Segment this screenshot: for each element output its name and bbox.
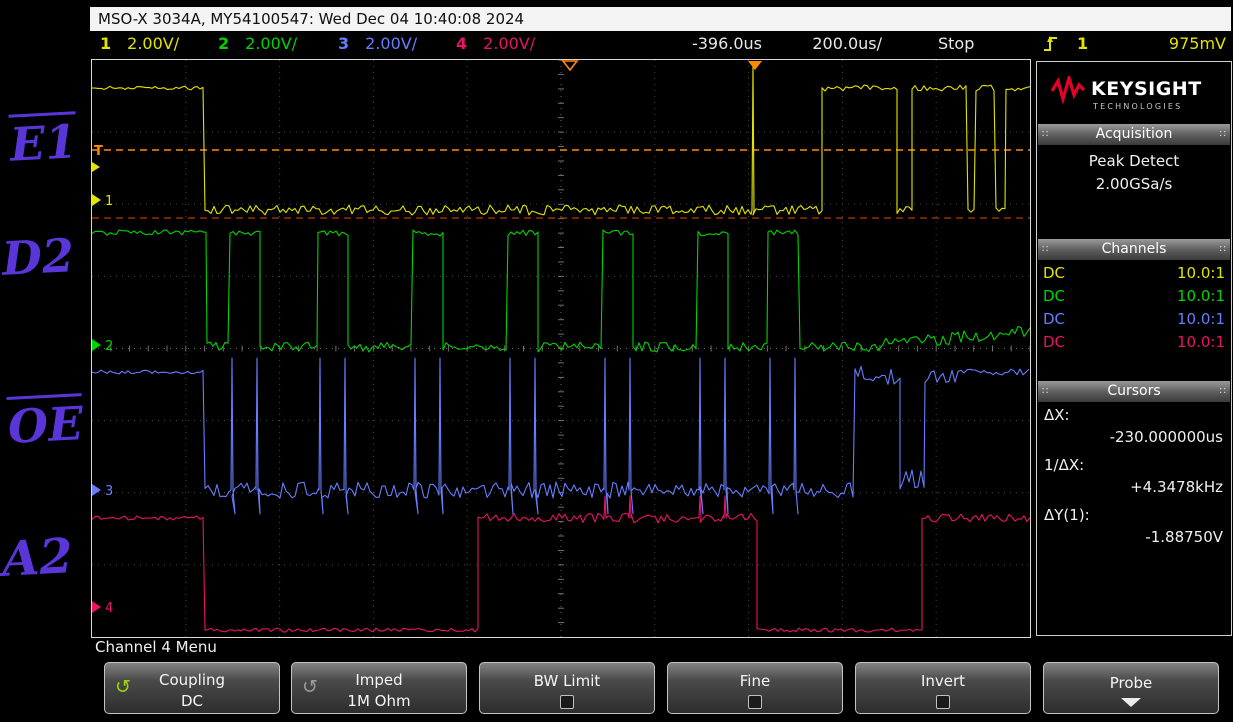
menu-title: Channel 4 Menu <box>95 638 217 656</box>
channel-2-row[interactable]: DC 10.0:1 <box>1043 287 1225 305</box>
bw-limit-checkbox <box>560 695 574 709</box>
channel-probe-ratio: 10.0:1 <box>1177 333 1225 351</box>
waveform-display: 1 2 3 4 T <box>91 59 1031 638</box>
softkey-value: 1M Ohm <box>347 692 411 710</box>
channel-coupling: DC <box>1043 264 1066 282</box>
annotation-a2: A2 <box>0 528 75 588</box>
brand-name: KEYSIGHT <box>1091 78 1202 100</box>
sidebar: KEYSIGHT TECHNOLOGIES ∷ Acquisition ∷ Pe… <box>1036 61 1232 636</box>
ground-marker-ch3[interactable] <box>92 484 101 496</box>
ground-marker-ch4[interactable] <box>92 601 101 613</box>
trigger-level[interactable]: 975mV <box>1120 34 1226 53</box>
channel-coupling: DC <box>1043 333 1066 351</box>
annotation-e1: E1 <box>8 114 79 172</box>
section-title-cursors: Cursors <box>1107 383 1161 399</box>
softkey-label: Fine <box>739 672 771 690</box>
titlebar: MSO-X 3034A, MY54100547: Wed Dec 04 10:4… <box>90 7 1231 31</box>
timebase-offset[interactable]: -396.0us <box>562 34 762 53</box>
channel-1-scale-box[interactable]: 1 2.00V/ <box>100 34 179 53</box>
section-title-channels: Channels <box>1101 241 1167 257</box>
channel-4-scale-box[interactable]: 4 2.00V/ <box>456 34 535 53</box>
softkey-probe[interactable]: Probe <box>1043 662 1219 714</box>
softkey-label: Invert <box>920 672 966 690</box>
softkey-fine[interactable]: Fine <box>667 662 843 714</box>
acquisition-section-header[interactable]: ∷ Acquisition ∷ <box>1038 124 1230 145</box>
down-arrow-icon <box>1121 698 1141 707</box>
trigger-edge-icon <box>1043 33 1058 57</box>
softkey-bar: ↺ Coupling DC ↺ Imped 1M Ohm BW Limit Fi… <box>0 660 1233 718</box>
ground-marker-label-ch4: 4 <box>105 601 113 616</box>
channel-1-level-arrow-icon <box>92 162 100 172</box>
channel-coupling: DC <box>1043 287 1066 305</box>
grip-icon: ∷ <box>1219 129 1226 140</box>
channel-1-row[interactable]: DC 10.0:1 <box>1043 264 1225 282</box>
channel-3-scale-box[interactable]: 3 2.00V/ <box>338 34 417 53</box>
softkey-label: Imped <box>355 671 403 689</box>
sample-rate: 2.00GSa/s <box>1095 175 1173 193</box>
cursor-dx-value: -230.000000us <box>1109 428 1223 446</box>
ground-marker-label-ch3: 3 <box>105 484 113 499</box>
channel-probe-ratio: 10.0:1 <box>1177 264 1225 282</box>
softkey-label: Coupling <box>158 671 226 689</box>
trigger-time-marker[interactable] <box>561 60 579 72</box>
cycle-arrow-icon: ↺ <box>115 676 131 698</box>
ground-marker-label-ch2: 2 <box>105 339 113 354</box>
grip-icon: ∷ <box>1219 386 1226 397</box>
trigger-marker-label[interactable]: T <box>94 144 103 159</box>
channel-4-volts-per-div: 2.00V/ <box>483 34 536 53</box>
grip-icon: ∷ <box>1219 244 1226 255</box>
cursor-dy-value: -1.88750V <box>1145 528 1223 546</box>
ground-marker-ch2[interactable] <box>92 339 101 351</box>
cursor-dy-label: ΔY(1): <box>1044 506 1090 524</box>
event-marker[interactable] <box>748 61 762 70</box>
oscilloscope-screen: E1 D2 OE A2 MSO-X 3034A, MY54100547: Wed… <box>0 0 1233 722</box>
run-state[interactable]: Stop <box>938 34 974 53</box>
cursor-inv-dx-value: +4.3478kHz <box>1130 478 1223 496</box>
channel-2-scale-box[interactable]: 2 2.00V/ <box>218 34 297 53</box>
channel-4-number: 4 <box>456 34 468 53</box>
titlebar-text: MSO-X 3034A, MY54100547: Wed Dec 04 10:4… <box>98 10 525 28</box>
trigger-source[interactable]: 1 <box>1077 34 1088 53</box>
softkey-impedance[interactable]: ↺ Imped 1M Ohm <box>291 662 467 714</box>
fine-checkbox <box>748 695 762 709</box>
annotation-d2: D2 <box>0 228 76 286</box>
keysight-spark-icon <box>1050 72 1086 105</box>
ground-marker-ch1[interactable] <box>92 194 101 206</box>
timebase-scale[interactable]: 200.0us/ <box>780 34 882 53</box>
softkey-invert[interactable]: Invert <box>855 662 1031 714</box>
cursor-inv-dx-label: 1/ΔX: <box>1044 456 1085 474</box>
cursor-dx-label: ΔX: <box>1044 406 1070 424</box>
channel-2-volts-per-div: 2.00V/ <box>245 34 298 53</box>
cursors-section-header[interactable]: ∷ Cursors ∷ <box>1038 381 1230 402</box>
channel-probe-ratio: 10.0:1 <box>1177 310 1225 328</box>
softkey-label: Probe <box>1109 674 1153 692</box>
channel-3-row[interactable]: DC 10.0:1 <box>1043 310 1225 328</box>
softkey-label: BW Limit <box>533 672 601 690</box>
annotation-oe: OE <box>6 396 85 454</box>
keysight-logo: KEYSIGHT TECHNOLOGIES <box>1037 70 1231 120</box>
channel-1-number: 1 <box>100 34 112 53</box>
softkey-value: DC <box>180 692 204 710</box>
ground-marker-label-ch1: 1 <box>105 194 113 209</box>
status-bar: 1 2.00V/ 2 2.00V/ 3 2.00V/ 4 2.00V/ -396.0us… <box>90 31 1233 59</box>
softkey-coupling[interactable]: ↺ Coupling DC <box>104 662 280 714</box>
section-title-acquisition: Acquisition <box>1095 126 1173 142</box>
channel-2-number: 2 <box>218 34 230 53</box>
cycle-arrow-icon: ↺ <box>302 676 318 698</box>
softkey-bw-limit[interactable]: BW Limit <box>479 662 655 714</box>
brand-subtitle: TECHNOLOGIES <box>1093 102 1183 111</box>
channels-section-header[interactable]: ∷ Channels ∷ <box>1038 239 1230 260</box>
channel-coupling: DC <box>1043 310 1066 328</box>
waveform-channel-3 <box>92 357 1030 515</box>
channel-1-volts-per-div: 2.00V/ <box>127 34 180 53</box>
channel-4-row[interactable]: DC 10.0:1 <box>1043 333 1225 351</box>
channel-3-volts-per-div: 2.00V/ <box>365 34 418 53</box>
waveform-canvas: 1 2 3 4 T <box>92 60 1030 637</box>
channel-3-number: 3 <box>338 34 350 53</box>
invert-checkbox <box>936 695 950 709</box>
channel-probe-ratio: 10.0:1 <box>1177 287 1225 305</box>
acquisition-mode: Peak Detect <box>1088 152 1180 170</box>
